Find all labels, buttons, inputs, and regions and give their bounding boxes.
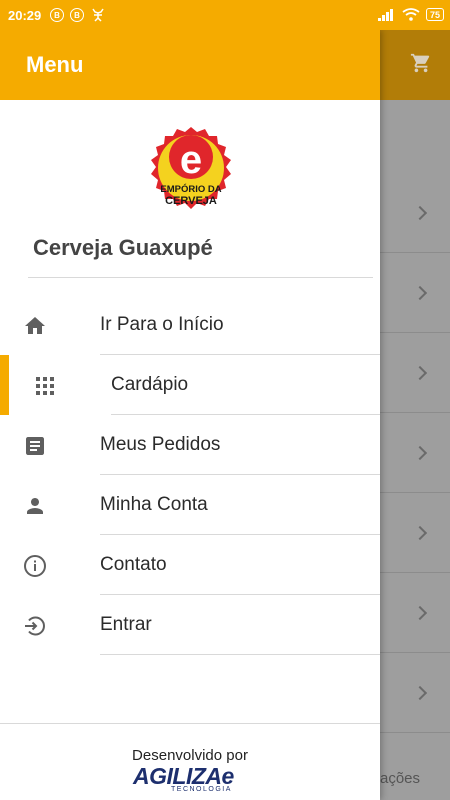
notification-b-icon: B [70,8,84,22]
signal-icon [377,8,393,21]
drawer-menu: Ir Para o Início Cardápio Meus Pedidos M… [0,295,380,655]
svg-text:EMPÓRIO DA: EMPÓRIO DA [160,183,221,195]
menu-item-minha-conta[interactable]: Minha Conta [0,475,380,535]
status-bar: 20:29 B B 75 [0,0,450,30]
background-app-bar [380,30,450,100]
login-icon [22,613,48,639]
notification-icons: B B [50,8,106,22]
agilizae-logo-subtext: TECNOLOGIA [171,786,232,793]
cart-icon [410,53,430,73]
info-icon [22,553,48,579]
menu-item-label: Cardápio [111,374,189,395]
chevron-right-icon [412,205,428,220]
chevron-right-icon [412,605,428,620]
system-icons: 75 [377,8,444,21]
menu-item-home[interactable]: Ir Para o Início [0,295,380,355]
background-row [380,653,450,733]
background-row [380,493,450,573]
background-bottom-label: ações [380,770,421,787]
reindeer-icon [92,8,104,22]
store-name: Cerveja Guaxupé [33,235,213,260]
wifi-icon [402,8,420,21]
background-row [380,173,450,253]
chevron-right-icon [412,525,428,540]
document-icon [22,433,48,459]
menu-item-label: Minha Conta [100,494,208,515]
notification-b-icon: B [50,8,64,22]
menu-item-cardapio[interactable]: Cardápio [0,355,380,415]
background-row [380,413,450,493]
background-list [380,100,450,800]
drawer-header: Menu [0,30,380,100]
menu-item-meus-pedidos[interactable]: Meus Pedidos [0,415,380,475]
footer-divider [0,723,380,724]
status-time: 20:29 [8,8,42,23]
developed-by-text: Desenvolvido por [132,747,248,764]
store-logo: e EMPÓRIO DA CERVEJA [148,125,234,211]
agilizae-logo: AGILIZAe TECNOLOGIA [133,763,248,800]
chevron-right-icon [412,685,428,700]
menu-divider [100,654,380,655]
active-indicator [0,355,9,415]
drawer-title: Menu [26,52,84,77]
chevron-right-icon [412,445,428,460]
menu-item-label: Entrar [100,614,152,635]
menu-item-label: Ir Para o Início [100,314,224,335]
menu-item-label: Contato [100,554,167,575]
menu-item-entrar[interactable]: Entrar [0,595,380,655]
background-row [380,253,450,333]
svg-text:CERVEJA: CERVEJA [165,195,217,207]
chevron-right-icon [412,365,428,380]
person-icon [22,493,48,519]
battery-icon: 75 [425,8,444,21]
background-row [380,573,450,653]
background-row [380,333,450,413]
svg-text:e: e [180,138,202,182]
menu-item-contato[interactable]: Contato [0,535,380,595]
navigation-drawer: Menu e EMPÓRIO DA CERVEJA Cerveja Guaxup… [0,30,380,800]
grid-icon [32,373,58,399]
menu-item-label: Meus Pedidos [100,434,221,455]
home-icon [22,313,48,339]
store-divider [28,277,373,278]
chevron-right-icon [412,285,428,300]
